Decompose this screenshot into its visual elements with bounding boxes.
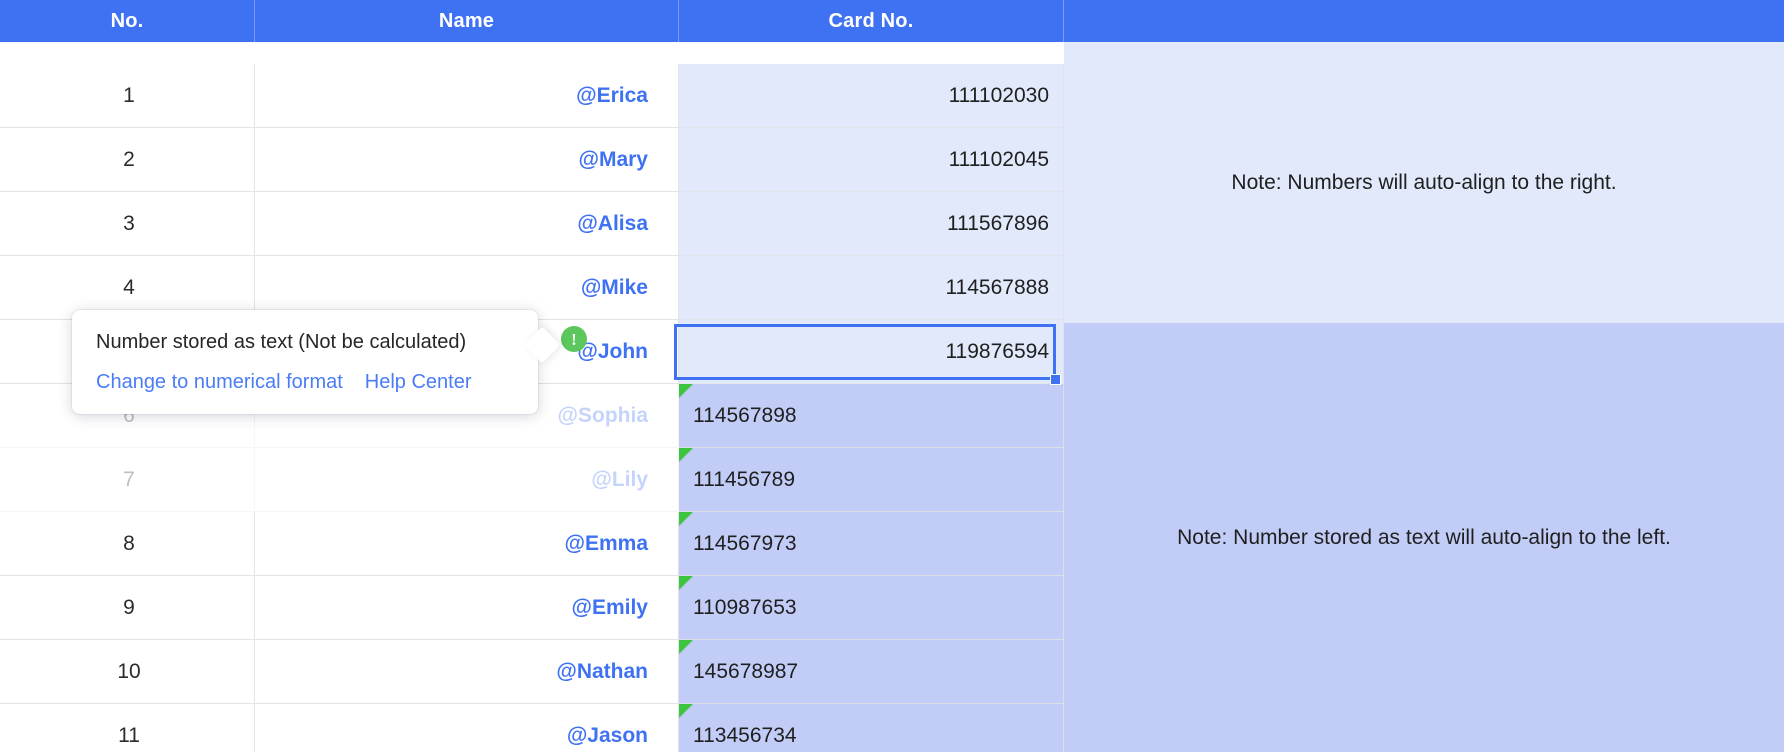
number-stored-as-text-marker-icon [679,576,693,590]
cell-card-no[interactable]: 114567973 [679,512,1064,576]
cell-card-no[interactable]: 111567896 [679,192,1064,256]
cell-card-no[interactable]: 114567888 [679,256,1064,320]
note-numeric-alignment-text: Note: Numbers will auto-align to the rig… [1231,171,1616,195]
warning-exclamation-glyph: ! [571,331,577,348]
cell-no[interactable]: 7 [0,448,255,512]
cell-card-no-value: 114567898 [693,404,797,428]
cell-no[interactable]: 10 [0,640,255,704]
cell-card-no[interactable]: 145678987 [679,640,1064,704]
cell-card-no[interactable]: 111102045 [679,128,1064,192]
cell-card-no-value: 119876594 [945,340,1049,364]
tooltip-message: Number stored as text (Not be calculated… [96,330,514,355]
note-numeric-alignment: Note: Numbers will auto-align to the rig… [1064,42,1784,323]
number-stored-as-text-marker-icon [679,384,693,398]
cell-name[interactable]: @Emily [255,576,679,640]
number-stored-as-text-marker-icon [679,512,693,526]
help-center-link[interactable]: Help Center [365,371,472,394]
cell-name[interactable]: @Jason [255,704,679,752]
cell-card-no-value: 111567896 [947,212,1049,236]
cell-card-no[interactable]: 119876594 [679,320,1064,384]
number-stored-as-text-marker-icon [679,640,693,654]
cell-no[interactable]: 3 [0,192,255,256]
cell-name[interactable]: @Mary [255,128,679,192]
note-text-alignment-text: Note: Number stored as text will auto-al… [1177,526,1671,550]
tooltip-actions: Change to numerical format Help Center [96,371,514,394]
cell-name[interactable]: @Alisa [255,192,679,256]
spreadsheet-screen: No. Name Card No. 1@Erica 111102030 2@Mary… [0,0,1784,752]
cell-card-no-value: 113456734 [693,724,797,748]
cell-no[interactable]: 11 [0,704,255,752]
column-header-note[interactable] [1064,0,1784,42]
cell-no[interactable]: 9 [0,576,255,640]
column-header-name-label: Name [439,10,494,33]
cell-no[interactable]: 8 [0,512,255,576]
change-to-numerical-format-link[interactable]: Change to numerical format [96,371,343,394]
cell-no[interactable]: 2 [0,128,255,192]
cell-card-no[interactable]: 111456789 [679,448,1064,512]
fill-handle[interactable] [1050,374,1061,385]
cell-card-no-value: 145678987 [693,660,798,684]
number-stored-as-text-tooltip: Number stored as text (Not be calculated… [72,310,538,414]
column-header-no-label: No. [111,10,144,33]
number-stored-as-text-marker-icon [679,704,693,718]
cell-card-no[interactable]: 111102030 [679,64,1064,128]
warning-exclamation-icon[interactable]: ! [561,326,587,352]
cell-name[interactable]: @Erica [255,64,679,128]
cell-card-no-value: 114567888 [945,276,1049,300]
column-header-card-no-label: Card No. [829,10,914,33]
cell-card-no-value: 111456789 [693,468,795,492]
cell-name[interactable]: @Emma [255,512,679,576]
cell-card-no-value: 111102045 [949,148,1049,172]
cell-card-no[interactable]: 113456734 [679,704,1064,752]
note-text-alignment: Note: Number stored as text will auto-al… [1064,323,1784,752]
number-stored-as-text-marker-icon [679,448,693,462]
cell-card-no[interactable]: 114567898 [679,384,1064,448]
cell-name[interactable]: @Lily [255,448,679,512]
cell-card-no-value: 111102030 [949,84,1049,108]
column-header-card-no[interactable]: Card No. [679,0,1064,42]
cell-card-no-value: 114567973 [693,532,797,556]
column-header-no[interactable]: No. [0,0,255,42]
cell-card-no-value: 110987653 [693,596,797,620]
cell-card-no[interactable]: 110987653 [679,576,1064,640]
cell-no[interactable]: 1 [0,64,255,128]
column-header-name[interactable]: Name [255,0,679,42]
cell-name[interactable]: @Nathan [255,640,679,704]
